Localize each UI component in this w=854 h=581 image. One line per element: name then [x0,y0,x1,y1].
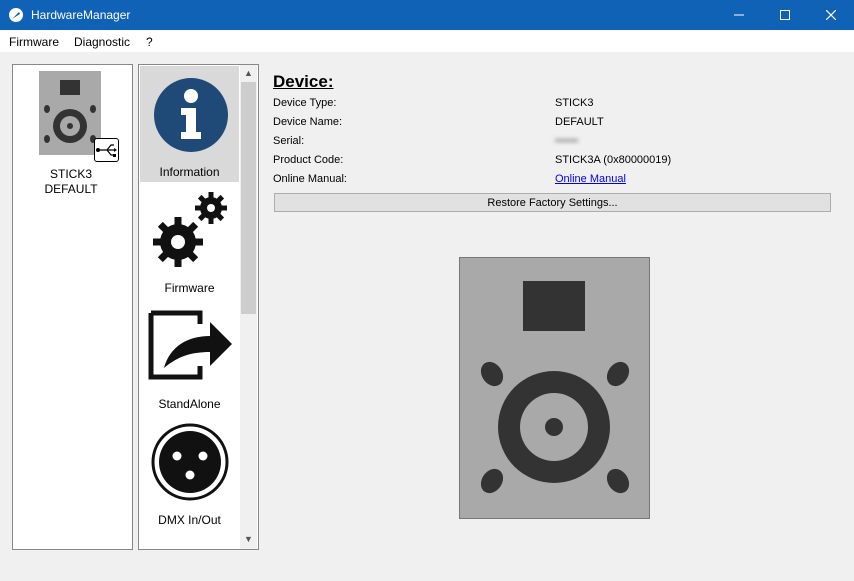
serial-value: •••••• [555,135,579,147]
minimize-button[interactable] [716,0,762,30]
online-manual-label: Online Manual: [273,173,347,185]
title-bar: HardwareManager [0,0,854,30]
product-code-value: STICK3A (0x80000019) [555,154,672,166]
nav-label-standalone: StandAlone [158,397,221,411]
nav-label-firmware: Firmware [164,281,215,295]
restore-factory-settings-button[interactable]: Restore Factory Settings... [274,193,831,212]
maximize-button[interactable] [762,0,808,30]
scroll-down-icon[interactable]: ▼ [240,531,257,548]
speaker-icon [44,80,96,143]
nav-label-dmx: DMX In/Out [158,513,221,527]
device-type-label: Device Type: [273,97,337,109]
nav-item-information[interactable]: Information [140,66,239,182]
menu-firmware[interactable]: Firmware [9,35,59,49]
device-name-label: Device Name: [273,116,343,128]
nav-item-firmware[interactable]: Firmware [140,182,239,298]
product-code-label: Product Code: [273,154,344,166]
menu-bar: Firmware Diagnostic ? [0,30,854,52]
device-image [459,257,650,519]
menu-help[interactable]: ? [146,35,153,49]
menu-diagnostic[interactable]: Diagnostic [74,35,130,49]
device-name-value: DEFAULT [555,116,604,128]
device-model-label: STICK3 [49,167,92,181]
scroll-thumb[interactable] [241,82,256,314]
device-type-value: STICK3 [555,97,594,109]
export-arrow-icon [148,310,232,380]
device-list-panel: STICK3 DEFAULT [12,64,133,550]
window-title: HardwareManager [31,8,131,22]
usb-badge [94,138,119,162]
nav-item-standalone[interactable]: StandAlone [140,298,239,414]
nav-label-information: Information [159,165,220,179]
gears-icon [153,192,227,267]
usb-icon [96,144,117,157]
nav-item-dmx[interactable]: DMX In/Out [140,414,239,530]
maximize-icon [780,10,790,20]
online-manual-link[interactable]: Online Manual [555,173,626,185]
xlr-connector-icon [151,423,229,501]
scroll-up-icon[interactable]: ▲ [240,65,257,82]
nav-panel: Information Firmware StandAlone DMX In/O… [138,64,259,550]
device-heading: Device: [273,72,334,91]
close-button[interactable] [808,0,854,30]
minimize-icon [734,14,744,16]
serial-label: Serial: [273,135,305,147]
close-icon [826,10,836,20]
info-icon [154,78,228,152]
speaker-icon [480,281,630,494]
app-logo-icon [9,8,23,22]
device-list-item[interactable]: STICK3 DEFAULT [18,65,124,199]
device-name-label: DEFAULT [44,182,98,196]
nav-scrollbar[interactable]: ▲ ▼ [240,65,257,549]
device-thumbnail [39,71,101,155]
